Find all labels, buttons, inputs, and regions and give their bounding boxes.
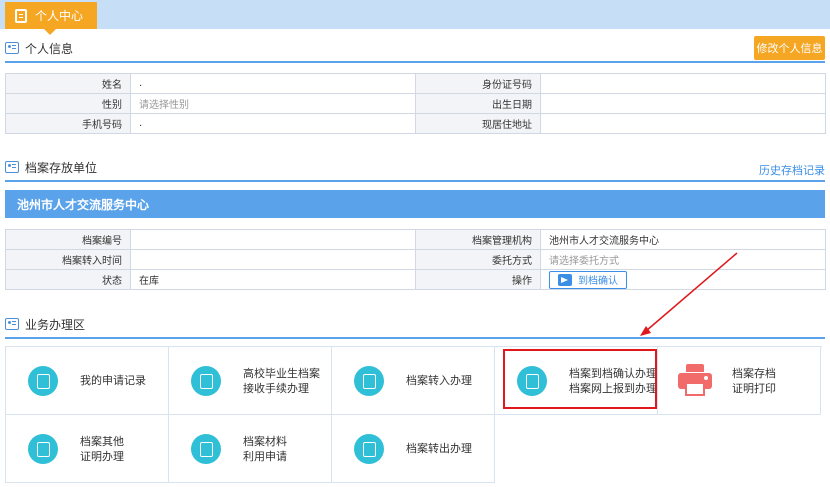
archive-other-certificate-tile[interactable]: 档案其他 证明办理	[6, 415, 169, 483]
label-gender: 性别	[5, 93, 131, 114]
export-icon	[354, 433, 384, 464]
label-id-number: 身份证号码	[415, 73, 541, 94]
tab-caret	[44, 29, 56, 35]
value-gender: 请选择性别	[130, 93, 416, 114]
arrow-right-icon	[558, 273, 572, 286]
archive-transfer-in-tile[interactable]: 档案转入办理	[332, 347, 495, 415]
certificate-icon	[28, 433, 58, 464]
tile-label: 我的申请记录	[80, 374, 146, 387]
table-row: 姓名 . 身份证号码	[5, 73, 826, 94]
top-bar	[0, 0, 830, 29]
value-status: 在库	[130, 269, 416, 290]
label-address: 现居住地址	[415, 113, 541, 134]
highlight-box	[503, 349, 657, 409]
file-icon	[191, 433, 221, 464]
value-transfer-in-time	[130, 249, 416, 270]
section-title: 个人信息	[25, 41, 74, 56]
label-archive-number: 档案编号	[5, 229, 131, 250]
table-row: 档案转入时间 委托方式 请选择委托方式	[5, 249, 826, 270]
tile-label: 档案转出办理	[406, 442, 472, 455]
personal-info-header: 个人信息	[5, 38, 825, 58]
archive-info-table: 档案编号 档案管理机构 池州市人才交流服务中心 档案转入时间 委托方式 请选择委…	[5, 229, 826, 290]
clipboard-icon	[15, 8, 27, 23]
section-divider	[5, 180, 825, 182]
label-status: 状态	[5, 269, 131, 290]
archive-unit-banner: 池州市人才交流服务中心	[5, 190, 825, 218]
value-entrust-method: 请选择委托方式	[540, 249, 826, 270]
label-name: 姓名	[5, 73, 131, 94]
id-card-icon	[5, 42, 19, 54]
business-grid: 我的申请记录 高校毕业生档案 接收手续办理 档案转入办理 档案到档确认办理 档案网上…	[5, 346, 822, 483]
table-row: 手机号码 . 现居住地址	[5, 113, 826, 134]
label-phone: 手机号码	[5, 113, 131, 134]
personal-info-table: 姓名 . 身份证号码 性别 请选择性别 出生日期 手机号码 . 现居住地址	[5, 73, 826, 134]
section-title: 业务办理区	[25, 317, 86, 332]
my-applications-tile[interactable]: 我的申请记录	[6, 347, 169, 415]
tile-label-2: 证明办理	[80, 449, 124, 463]
history-records-link[interactable]: 历史存档记录	[759, 162, 825, 178]
tile-label: 高校毕业生档案	[243, 366, 320, 380]
edit-icon	[191, 365, 221, 396]
label-transfer-in-time: 档案转入时间	[5, 249, 131, 270]
tile-label-2: 接收手续办理	[243, 381, 309, 395]
value-name: .	[130, 73, 416, 94]
section-divider	[5, 61, 825, 63]
tile-label: 档案存档	[732, 366, 776, 380]
value-address	[540, 113, 826, 134]
tile-label-2: 利用申请	[243, 449, 287, 463]
value-phone: .	[130, 113, 416, 134]
id-card-icon	[5, 318, 19, 330]
operation-cell: 到档确认	[540, 269, 826, 290]
value-archive-agency: 池州市人才交流服务中心	[540, 229, 826, 250]
edit-icon	[354, 365, 384, 396]
confirm-arrival-button[interactable]: 到档确认	[549, 270, 627, 289]
graduate-archive-tile[interactable]: 高校毕业生档案 接收手续办理	[169, 347, 332, 415]
tile-label: 档案材料	[243, 434, 287, 448]
tile-label-2: 证明打印	[732, 381, 776, 395]
business-header: 业务办理区	[5, 314, 825, 334]
section-title: 档案存放单位	[25, 160, 98, 175]
id-card-icon	[5, 161, 19, 173]
archive-transfer-out-tile[interactable]: 档案转出办理	[332, 415, 495, 483]
value-archive-number	[130, 229, 416, 250]
archive-material-use-tile[interactable]: 档案材料 利用申请	[169, 415, 332, 483]
label-operation: 操作	[415, 269, 541, 290]
tile-label: 档案其他	[80, 434, 124, 448]
tab-label: 个人中心	[35, 9, 84, 23]
document-icon	[28, 365, 58, 396]
edit-profile-button[interactable]: 修改个人信息	[754, 36, 825, 60]
archive-unit-header: 档案存放单位	[5, 157, 825, 177]
tab-personal-center[interactable]: 个人中心	[5, 2, 97, 29]
archive-certificate-print-tile[interactable]: 档案存档 证明打印	[658, 347, 821, 415]
section-divider	[5, 337, 825, 339]
label-birth-date: 出生日期	[415, 93, 541, 114]
confirm-arrival-label: 到档确认	[578, 276, 618, 287]
printer-icon	[678, 363, 712, 398]
label-archive-agency: 档案管理机构	[415, 229, 541, 250]
label-entrust-method: 委托方式	[415, 249, 541, 270]
table-row: 性别 请选择性别 出生日期	[5, 93, 826, 114]
table-row: 档案编号 档案管理机构 池州市人才交流服务中心	[5, 229, 826, 250]
value-id-number	[540, 73, 826, 94]
tile-label: 档案转入办理	[406, 374, 472, 387]
table-row: 状态 在库 操作 到档确认	[5, 269, 826, 290]
value-birth-date	[540, 93, 826, 114]
